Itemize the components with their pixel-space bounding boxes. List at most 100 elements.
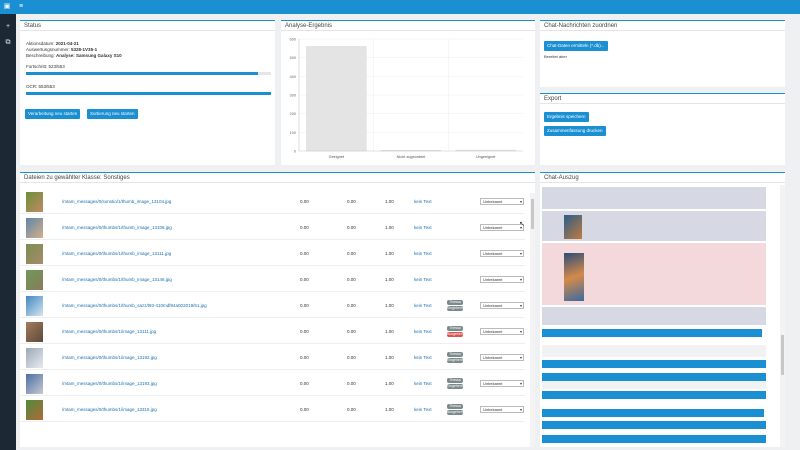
score-a: 0.00: [300, 355, 309, 360]
status-badge: Ausgehend: [447, 332, 465, 337]
export-title: Export: [540, 94, 785, 104]
ocr-text-link[interactable]: kein Text: [414, 355, 432, 360]
chat-excerpt-panel: Chat-Auszug: [540, 172, 785, 447]
score-a: 0.00: [300, 225, 309, 230]
thumbnail-image[interactable]: [26, 218, 43, 238]
status-badge: Thessa: [447, 404, 463, 409]
window-icon[interactable]: ▣: [3, 3, 11, 11]
chart-ytick-label: 300: [290, 94, 296, 98]
file-link[interactable]: /mtam_messages/0/thumbs/1/image_13192.jp…: [62, 355, 157, 360]
class-select[interactable]: Unbekannt ▾: [480, 250, 524, 257]
file-link[interactable]: /mtam_messages/0/thumbs/1/thumb_image_13…: [62, 251, 171, 256]
thumbnail-image[interactable]: [26, 192, 43, 212]
copy-icon[interactable]: ⧉: [3, 38, 13, 48]
chart-category-label: Nicht zugeordnet: [397, 155, 427, 159]
thumbnail-image[interactable]: [26, 374, 43, 394]
load-chat-data-button[interactable]: Chat-Daten ermitteln (*.db)...: [544, 41, 608, 51]
ocr-text-link[interactable]: kein Text: [414, 303, 432, 308]
save-result-button[interactable]: Ergebnis speichern: [544, 112, 589, 122]
file-link[interactable]: /mtam_messages/0/thumbs/1/image_13193.jp…: [62, 381, 157, 386]
class-select[interactable]: Unbekannt ▾: [480, 406, 524, 413]
chevron-down-icon: ▾: [519, 251, 522, 256]
table-row[interactable]: /mtam_messages/0/thumbs/1/image_13193.jp…: [20, 371, 525, 396]
class-select[interactable]: Unbekannt ▾: [480, 198, 524, 205]
chat-message[interactable]: [542, 381, 766, 389]
ocr-text-link[interactable]: kein Text: [414, 225, 432, 230]
class-select-value: Unbekannt: [483, 277, 503, 282]
ocr-text-link[interactable]: kein Text: [414, 407, 432, 412]
thumbnail-image[interactable]: [26, 400, 43, 420]
chat-message-bar[interactable]: [542, 409, 764, 417]
table-row[interactable]: /mtam_messages/0/thumbs/1/image_13111.jp…: [20, 319, 525, 344]
score-b: 0.00: [347, 225, 356, 230]
score-b: 0.00: [347, 381, 356, 386]
chat-image[interactable]: [564, 215, 582, 239]
class-select-value: Unbekannt: [483, 381, 503, 386]
table-row[interactable]: /mtam_messages/0/thumbs/1/thumb_sazz/t93…: [20, 293, 525, 318]
chat-scrollbar-thumb[interactable]: [781, 335, 784, 375]
table-row[interactable]: /mtam_messages/0/thumbs/1/thumb_image_13…: [20, 267, 525, 292]
menu-icon[interactable]: ≡: [17, 3, 25, 11]
chat-assign-title: Chat-Nachrichten zuordnen: [540, 21, 785, 31]
class-select[interactable]: Unbekannt ▾: [480, 276, 524, 283]
file-link[interactable]: /mtam_messages/0/sonstio/1/thumb_image_1…: [62, 199, 171, 204]
chat-message[interactable]: [542, 345, 766, 357]
chat-message-bar[interactable]: [542, 391, 766, 399]
thumbnail-image[interactable]: [26, 348, 43, 368]
status-title: Status: [20, 21, 275, 31]
table-row[interactable]: /mtam_messages/0/sonstio/1/thumb_image_1…: [20, 189, 525, 214]
class-select[interactable]: Unbekannt ▾: [480, 302, 524, 309]
analysis-chart: 600 500 400 300 200 100 0 Geeignet Nicht zugeord…: [290, 38, 523, 159]
table-row[interactable]: /mtam_messages/0/thumbs/1/thumb_image_13…: [20, 241, 525, 266]
print-summary-button[interactable]: Zusammenfassung drucken: [544, 126, 606, 136]
status-badge: Thessa: [447, 378, 463, 383]
plus-icon[interactable]: +: [3, 22, 13, 32]
class-select[interactable]: Unbekannt ▾: [480, 380, 524, 387]
chat-message-bar[interactable]: [542, 360, 766, 368]
ocr-text-link[interactable]: kein Text: [414, 381, 432, 386]
chart-ytick-label: 200: [290, 112, 296, 116]
chat-message-bar[interactable]: [542, 329, 762, 337]
chat-message-bar[interactable]: [542, 435, 766, 443]
restart-sorting-button[interactable]: Sortierung neu starten: [87, 109, 138, 119]
score-c: 1.00: [385, 329, 394, 334]
class-select-value: Unbekannt: [483, 355, 503, 360]
restart-processing-button[interactable]: Verarbeitung neu starten: [25, 109, 81, 119]
file-list-scrollbar[interactable]: [530, 193, 535, 447]
chevron-down-icon: ▾: [519, 303, 522, 308]
ocr-text-link[interactable]: kein Text: [414, 199, 432, 204]
ocr-text-link[interactable]: kein Text: [414, 251, 432, 256]
file-link[interactable]: /mtam_messages/0/thumbs/1/image_13315.jp…: [62, 407, 157, 412]
table-row[interactable]: /mtam_messages/0/thumbs/1/image_13315.jp…: [20, 397, 525, 422]
tag-group: Thessa Eingehend: [447, 378, 464, 390]
chat-message[interactable]: [542, 307, 766, 325]
status-badge: Eingehend: [447, 358, 464, 363]
table-row[interactable]: /mtam_messages/0/thumbs/1/thumb_image_13…: [20, 215, 525, 240]
ocr-text-link[interactable]: kein Text: [414, 277, 432, 282]
file-link[interactable]: /mtam_messages/0/thumbs/1/image_13111.jp…: [62, 329, 156, 334]
chat-message[interactable]: [542, 187, 766, 209]
chat-assign-status: Bereitet aber: [544, 54, 567, 59]
tag-group: Thessa Eingehend: [447, 300, 464, 312]
chat-message-bar[interactable]: [542, 373, 766, 381]
chevron-down-icon: ▾: [519, 199, 522, 204]
class-select[interactable]: Unbekannt ▾: [480, 328, 524, 335]
thumbnail-image[interactable]: [26, 322, 43, 342]
thumbnail-image[interactable]: [26, 270, 43, 290]
chat-scrollbar[interactable]: [780, 185, 785, 447]
class-select[interactable]: Unbekannt ▾: [480, 224, 524, 231]
file-link[interactable]: /mtam_messages/0/thumbs/1/thumb_sazz/t93…: [62, 303, 207, 308]
chat-message-bar[interactable]: [542, 421, 766, 429]
thumbnail-image[interactable]: [26, 244, 43, 264]
ocr-text-link[interactable]: kein Text: [414, 329, 432, 334]
file-link[interactable]: /mtam_messages/0/thumbs/1/thumb_image_13…: [62, 225, 172, 230]
table-row[interactable]: /mtam_messages/0/thumbs/1/image_13192.jp…: [20, 345, 525, 370]
scrollbar-thumb[interactable]: [531, 199, 534, 229]
file-link[interactable]: /mtam_messages/0/thumbs/1/thumb_image_13…: [62, 277, 172, 282]
score-b: 0.00: [347, 355, 356, 360]
thumbnail-image[interactable]: [26, 296, 43, 316]
chart-ytick-label: 600: [290, 38, 296, 42]
chat-image[interactable]: [564, 253, 584, 301]
class-select[interactable]: Unbekannt ▾: [480, 354, 524, 361]
chevron-down-icon: ▾: [519, 277, 522, 282]
